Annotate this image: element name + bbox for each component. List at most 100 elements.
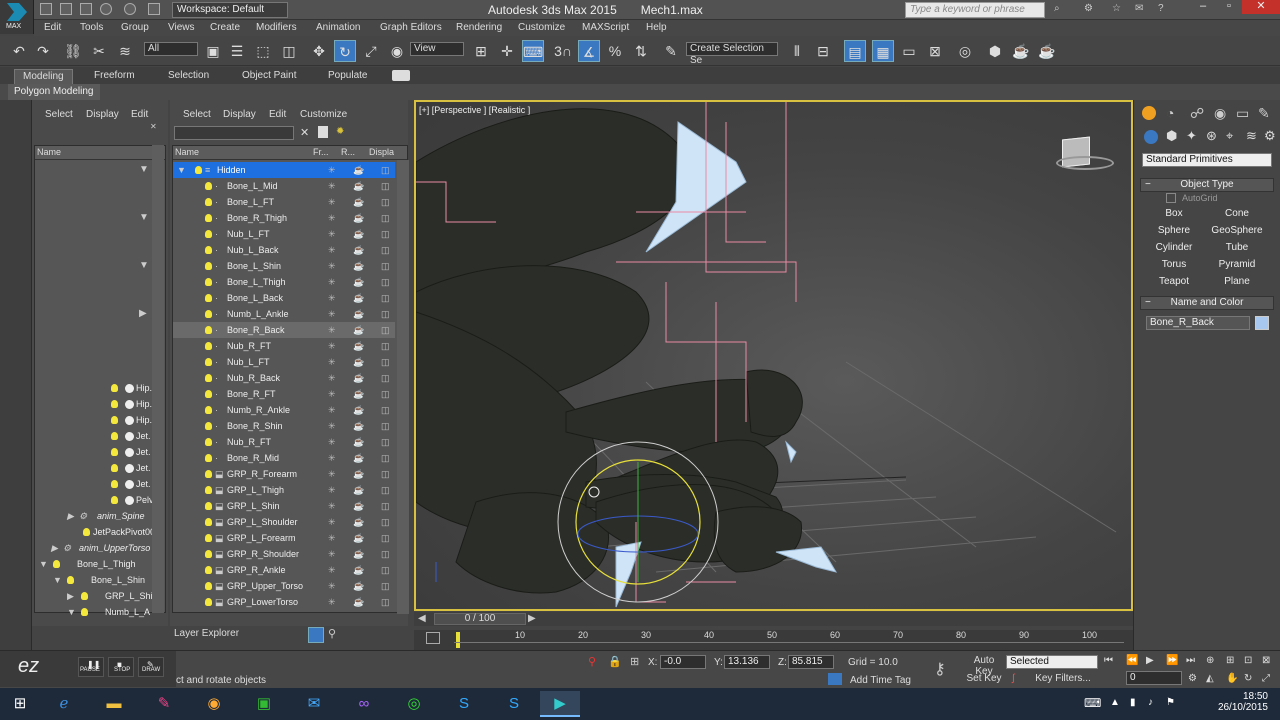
visibility-bulb-icon[interactable] bbox=[205, 422, 212, 430]
freeze-icon[interactable]: ✳ bbox=[328, 274, 336, 290]
object-type-rollout[interactable]: − Object Type bbox=[1140, 178, 1274, 192]
freeze-icon[interactable]: ✳ bbox=[328, 290, 336, 306]
render-icon[interactable]: ☕ bbox=[353, 546, 364, 562]
shapes-icon[interactable]: ⬢ bbox=[1166, 128, 1177, 144]
render-icon[interactable]: ☕ bbox=[353, 402, 364, 418]
freeze-icon[interactable]: ✳ bbox=[328, 434, 336, 450]
table-row[interactable]: · Nub_L_FT ✳ ☕ ◫ bbox=[173, 226, 395, 242]
render-column[interactable]: R... bbox=[341, 147, 355, 157]
render-icon[interactable]: ☕ bbox=[353, 530, 364, 546]
table-row[interactable]: · Nub_R_Back ✳ ☕ ◫ bbox=[173, 370, 395, 386]
plane-button[interactable]: Plane bbox=[1209, 275, 1265, 289]
table-row[interactable]: ⬓ GRP_L_Shoulder ✳ ☕ ◫ bbox=[173, 514, 395, 530]
object-color-swatch[interactable] bbox=[1255, 316, 1269, 330]
chrome-icon[interactable]: ◉ bbox=[194, 691, 234, 717]
render-icon[interactable]: ☕ bbox=[353, 338, 364, 354]
visibility-bulb-icon[interactable] bbox=[205, 262, 212, 270]
help-search-input[interactable]: Type a keyword or phrase bbox=[905, 2, 1045, 18]
window-crossing-icon[interactable]: ◫ bbox=[278, 40, 300, 62]
render-icon[interactable]: ☕ bbox=[353, 242, 364, 258]
hierarchy-icon[interactable]: ⚲ bbox=[328, 627, 336, 640]
torus-button[interactable]: Torus bbox=[1146, 258, 1202, 272]
table-row[interactable]: · Bone_L_Mid ✳ ☕ ◫ bbox=[173, 178, 395, 194]
freeze-icon[interactable]: ✳ bbox=[328, 306, 336, 322]
find-case-icon[interactable] bbox=[318, 126, 328, 138]
list-item[interactable]: Jet. bbox=[35, 444, 171, 460]
display-icon[interactable]: ◫ bbox=[381, 434, 390, 450]
display-tab-icon[interactable]: ▭ bbox=[1236, 105, 1249, 122]
display-icon[interactable]: ◫ bbox=[381, 354, 390, 370]
freeze-icon[interactable]: ✳ bbox=[328, 370, 336, 386]
visibility-bulb-icon[interactable] bbox=[205, 294, 212, 302]
new-file-icon[interactable] bbox=[40, 3, 52, 15]
visibility-bulb-icon[interactable] bbox=[205, 182, 212, 190]
left-tab-display[interactable]: Display bbox=[86, 109, 119, 120]
geometry-icon[interactable] bbox=[1144, 130, 1158, 144]
visibility-bulb-icon[interactable] bbox=[205, 246, 212, 254]
material-editor-icon[interactable]: ⬢ bbox=[984, 40, 1006, 62]
stop-button[interactable]: ■ STOP bbox=[108, 657, 134, 677]
left-tab-select[interactable]: Select bbox=[45, 109, 73, 120]
scene-tab-customize[interactable]: Customize bbox=[300, 109, 347, 120]
table-row[interactable]: · Nub_R_FT ✳ ☕ ◫ bbox=[173, 338, 395, 354]
display-icon[interactable]: ◫ bbox=[381, 386, 390, 402]
render-icon[interactable]: ☕ bbox=[353, 578, 364, 594]
edit-named-sel-icon[interactable]: ✎ bbox=[660, 40, 682, 62]
current-frame-field[interactable]: 0 bbox=[1126, 671, 1182, 685]
render-icon[interactable]: ☕ bbox=[353, 370, 364, 386]
list-item[interactable]: Hip. bbox=[35, 396, 171, 412]
table-row[interactable]: · Nub_R_FT ✳ ☕ ◫ bbox=[173, 434, 395, 450]
freeze-icon[interactable]: ✳ bbox=[328, 242, 336, 258]
expand-arrow-icon[interactable]: ▼ bbox=[139, 212, 149, 223]
absolute-mode-icon[interactable]: ⊞ bbox=[630, 655, 639, 668]
keyboard-shortcut-icon[interactable]: ⌨ bbox=[522, 40, 544, 62]
skype-icon[interactable]: S bbox=[444, 691, 484, 717]
display-icon[interactable]: ◫ bbox=[381, 498, 390, 514]
list-item[interactable]: Jet. bbox=[35, 476, 171, 492]
render-icon[interactable]: ☕ bbox=[353, 354, 364, 370]
render-icon[interactable]: ☕ bbox=[353, 594, 364, 610]
visibility-bulb-icon[interactable] bbox=[205, 566, 212, 574]
freeze-icon[interactable]: ✳ bbox=[328, 258, 336, 274]
prev-frame-icon[interactable]: ◀ bbox=[418, 613, 426, 624]
outlook-icon[interactable]: ✉ bbox=[294, 691, 334, 717]
menu-tools[interactable]: Tools bbox=[80, 22, 103, 33]
internet-explorer-icon[interactable]: ℯ bbox=[44, 691, 84, 717]
prev-key-icon[interactable]: ⏪ bbox=[1126, 655, 1138, 666]
minimize-button[interactable]: – bbox=[1190, 0, 1216, 14]
menu-rendering[interactable]: Rendering bbox=[456, 22, 502, 33]
selection-filter-dropdown[interactable]: All bbox=[144, 42, 198, 56]
render-setup-icon[interactable]: ☕ bbox=[1010, 40, 1032, 62]
rect-selection-icon[interactable]: ⬚ bbox=[252, 40, 274, 62]
schematic-view-icon[interactable]: ◎ bbox=[954, 40, 976, 62]
next-frame-icon[interactable]: ▶ bbox=[528, 613, 536, 624]
scene-tab-edit[interactable]: Edit bbox=[269, 109, 286, 120]
clock[interactable]: 18:50 26/10/2015 bbox=[1212, 691, 1268, 713]
expand-arrow-icon[interactable]: ▼ bbox=[139, 260, 149, 271]
draw-button[interactable]: ✎ DRAW bbox=[138, 657, 164, 677]
display-icon[interactable]: ◫ bbox=[381, 594, 390, 610]
list-item[interactable]: Jet. bbox=[35, 460, 171, 476]
perspective-viewport[interactable]: [+] [Perspective ] [Realistic ] bbox=[414, 100, 1133, 611]
name-column[interactable]: Name bbox=[175, 147, 199, 157]
table-row[interactable]: · Numb_R_Ankle ✳ ☕ ◫ bbox=[173, 402, 395, 418]
spotify-icon[interactable]: ◎ bbox=[394, 691, 434, 717]
freeze-icon[interactable]: ✳ bbox=[328, 562, 336, 578]
display-icon[interactable]: ◫ bbox=[381, 370, 390, 386]
angle-snap-icon[interactable]: ∡ bbox=[578, 40, 600, 62]
named-selection-dropdown[interactable]: Create Selection Se bbox=[686, 42, 778, 66]
modify-tab-icon[interactable]: ◔ bbox=[1166, 105, 1174, 121]
render-icon[interactable]: ☕ bbox=[353, 306, 364, 322]
link-icon[interactable]: ⛓ bbox=[62, 40, 84, 62]
pivot-center-icon[interactable]: ⊞ bbox=[470, 40, 492, 62]
systems-icon[interactable]: ⚙ bbox=[1264, 128, 1276, 144]
table-row[interactable]: · Numb_L_Ankle ✳ ☕ ◫ bbox=[173, 306, 395, 322]
menu-maxscript[interactable]: MAXScript bbox=[582, 22, 629, 33]
display-icon[interactable]: ◫ bbox=[381, 226, 390, 242]
redo-icon[interactable]: ↷ bbox=[32, 40, 54, 62]
lock-icon[interactable]: 🔒 bbox=[608, 655, 622, 668]
spinner-snap-icon[interactable]: ⇅ bbox=[630, 40, 652, 62]
zoom-icon[interactable]: ⊕ bbox=[1206, 655, 1214, 666]
table-row[interactable]: · Bone_L_Back ✳ ☕ ◫ bbox=[173, 290, 395, 306]
tab-selection[interactable]: Selection bbox=[160, 69, 217, 85]
